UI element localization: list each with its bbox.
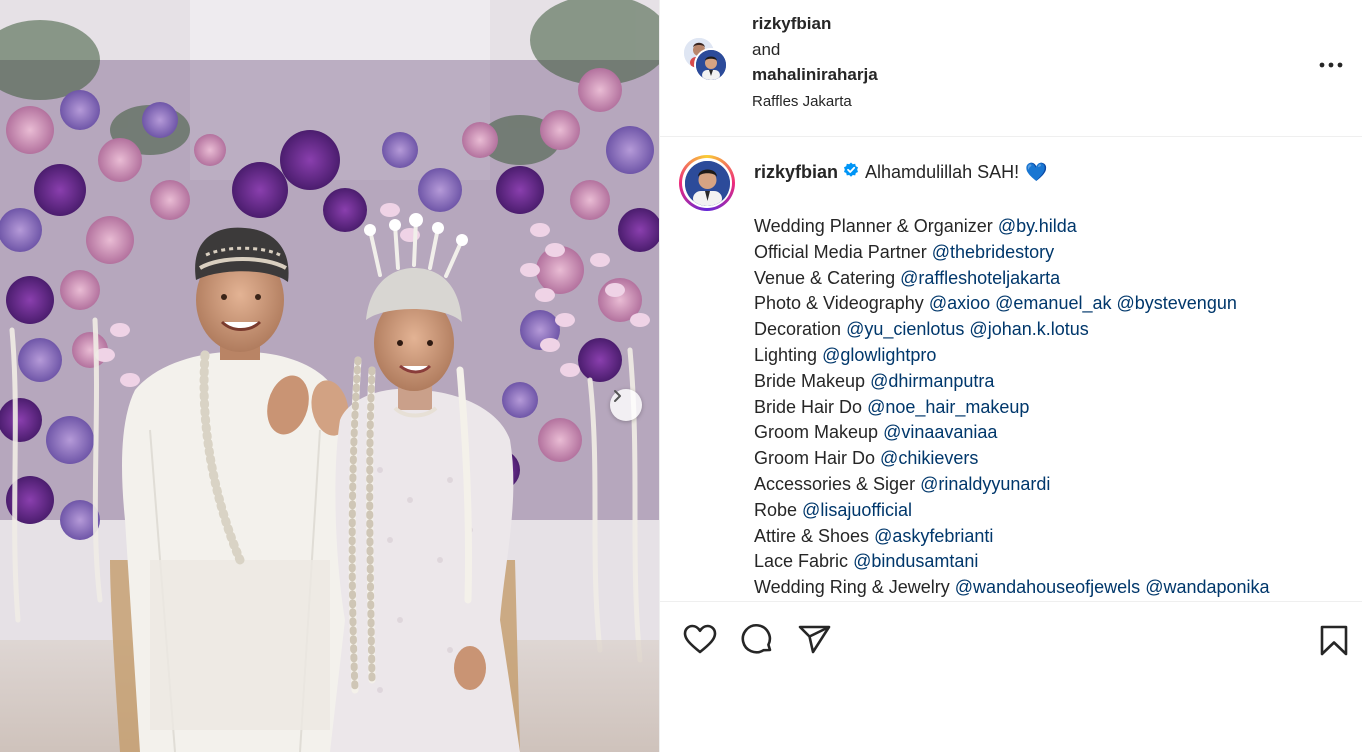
credit-line: Venue & Catering @raffleshoteljakarta bbox=[754, 266, 1270, 292]
bookmark-icon bbox=[1320, 625, 1348, 656]
caption-username[interactable]: rizkyfbian bbox=[754, 162, 838, 183]
credit-role: Accessories & Siger bbox=[754, 473, 916, 494]
collab-username-2[interactable]: mahaliniraharja bbox=[752, 65, 878, 85]
credit-line: Bride Makeup @dhirmanputra bbox=[754, 369, 1270, 395]
post-caption: rizkyfbian Alhamdulillah SAH! 💙 Wedding … bbox=[660, 138, 1362, 601]
mention-link[interactable]: @raffleshoteljakarta bbox=[900, 268, 1060, 288]
post-actions-bar bbox=[660, 601, 1362, 752]
credit-line: Groom Hair Do @chikievers bbox=[754, 446, 1270, 472]
credit-role: Groom Hair Do bbox=[754, 448, 876, 469]
credit-line: Groom Makeup @vinaavaniaa bbox=[754, 420, 1270, 446]
mention-link[interactable]: @emanuel_ak bbox=[995, 293, 1111, 313]
mention-link[interactable]: @askyfebrianti bbox=[874, 526, 993, 546]
credit-line: Robe @lisajuofficial bbox=[754, 498, 1270, 524]
collab-conjunction: and bbox=[752, 40, 781, 59]
credit-role: Wedding Ring & Jewelry bbox=[754, 577, 950, 598]
post-header: rizkyfbian and mahaliniraharja Raffles J… bbox=[660, 0, 1362, 137]
avatar-image bbox=[684, 160, 730, 206]
credit-role: Lighting bbox=[754, 344, 818, 365]
more-options-button[interactable] bbox=[1318, 57, 1344, 68]
credit-line: Lighting @glowlightpro bbox=[754, 343, 1270, 369]
mention-link[interactable]: @wandahouseofjewels bbox=[955, 577, 1140, 597]
like-button[interactable] bbox=[682, 622, 718, 658]
collab-avatars[interactable] bbox=[682, 36, 734, 88]
blue-heart-emoji: 💙 bbox=[1025, 162, 1048, 182]
credit-role: Bride Hair Do bbox=[754, 396, 863, 417]
mention-link[interactable]: @dhirmanputra bbox=[870, 371, 994, 391]
credit-role: Venue & Catering bbox=[754, 267, 896, 288]
credit-role: Robe bbox=[754, 499, 798, 520]
caption-text: Alhamdulillah SAH! bbox=[865, 162, 1020, 182]
wedding-photo-illustration bbox=[0, 0, 659, 752]
mention-link[interactable]: @bystevengun bbox=[1117, 293, 1237, 313]
share-button[interactable] bbox=[796, 622, 832, 658]
mention-link[interactable]: @noe_hair_makeup bbox=[867, 397, 1029, 417]
caption-credits: Wedding Planner & Organizer @by.hilda Off… bbox=[754, 214, 1270, 601]
heart-icon bbox=[683, 624, 717, 654]
mention-link[interactable]: @glowlightpro bbox=[822, 345, 936, 365]
credit-line: Wedding Planner & Organizer @by.hilda bbox=[754, 214, 1270, 240]
carousel-next-button[interactable] bbox=[610, 389, 642, 421]
credit-line: Lace Fabric @bindusamtani bbox=[754, 549, 1270, 575]
credit-line: Wedding Ring & Jewelry @wandahouseofjewe… bbox=[754, 575, 1270, 601]
post-location[interactable]: Raffles Jakarta bbox=[752, 93, 852, 110]
credit-role: Groom Makeup bbox=[754, 422, 879, 443]
credit-line: Photo & Videography @axioo @emanuel_ak @… bbox=[754, 291, 1270, 317]
credit-role: Photo & Videography bbox=[754, 293, 924, 314]
credit-line: Official Media Partner @thebridestory bbox=[754, 240, 1270, 266]
verified-badge-icon bbox=[843, 162, 859, 183]
mention-link[interactable]: @vinaavaniaa bbox=[883, 422, 997, 442]
credit-role: Lace Fabric bbox=[754, 551, 849, 572]
credit-role: Decoration bbox=[754, 319, 842, 340]
credit-line: Attire & Shoes @askyfebrianti bbox=[754, 524, 1270, 550]
collab-username-1[interactable]: rizkyfbian bbox=[752, 14, 831, 34]
comment-button[interactable] bbox=[739, 622, 775, 658]
caption-headline: rizkyfbian Alhamdulillah SAH! 💙 bbox=[754, 162, 1048, 183]
credit-role: Attire & Shoes bbox=[754, 525, 870, 546]
mention-link[interactable]: @yu_cienlotus bbox=[846, 319, 964, 339]
credit-line: Decoration @yu_cienlotus @johan.k.lotus bbox=[754, 317, 1270, 343]
caption-avatar[interactable] bbox=[679, 155, 735, 211]
more-horizontal-icon bbox=[1319, 62, 1343, 68]
comment-icon bbox=[741, 623, 772, 654]
send-icon bbox=[798, 625, 831, 654]
mention-link[interactable]: @rinaldyyunardi bbox=[920, 474, 1050, 494]
credit-line: Bride Hair Do @noe_hair_makeup bbox=[754, 395, 1270, 421]
credit-role: Official Media Partner bbox=[754, 241, 927, 262]
save-button[interactable] bbox=[1316, 622, 1352, 658]
mention-link[interactable]: @by.hilda bbox=[998, 216, 1077, 236]
mention-link[interactable]: @wandaponika bbox=[1145, 577, 1269, 597]
credit-role: Wedding Planner & Organizer bbox=[754, 216, 993, 236]
chevron-right-icon bbox=[614, 390, 621, 402]
post-side-panel: rizkyfbian and mahaliniraharja Raffles J… bbox=[659, 0, 1362, 752]
avatar-rizkyfbian[interactable] bbox=[694, 48, 728, 82]
mention-link[interactable]: @axioo bbox=[929, 293, 990, 313]
mention-link[interactable]: @bindusamtani bbox=[853, 551, 978, 571]
mention-link[interactable]: @chikievers bbox=[880, 448, 978, 468]
post-photo[interactable] bbox=[0, 0, 659, 752]
mention-link[interactable]: @thebridestory bbox=[932, 242, 1054, 262]
mention-link[interactable]: @johan.k.lotus bbox=[969, 319, 1088, 339]
mention-link[interactable]: @lisajuofficial bbox=[802, 500, 912, 520]
avatar-image bbox=[696, 50, 726, 80]
credit-line: Accessories & Siger @rinaldyyunardi bbox=[754, 472, 1270, 498]
credit-role: Bride Makeup bbox=[754, 370, 866, 391]
